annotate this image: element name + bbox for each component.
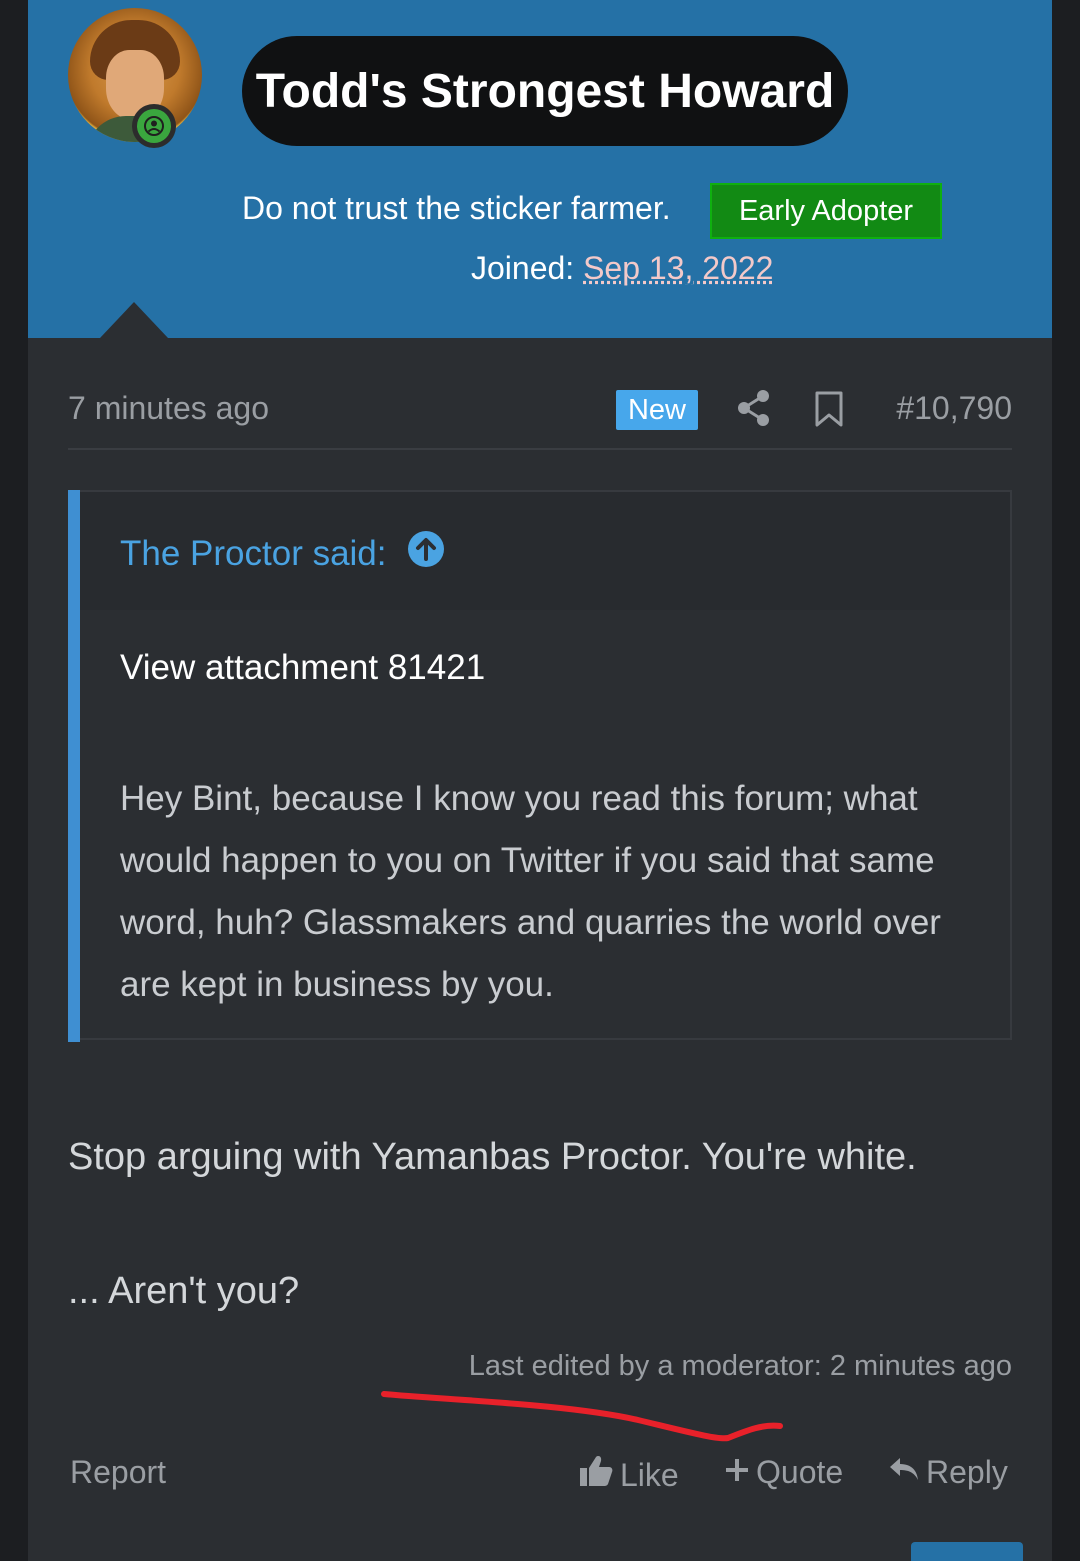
user-badge: Early Adopter xyxy=(710,183,942,239)
arrow-up-circle-icon[interactable] xyxy=(407,530,445,577)
quote-author: The Proctor said: xyxy=(120,533,387,573)
attachment-link[interactable]: View attachment 81421 xyxy=(120,648,485,688)
header-pointer xyxy=(100,302,168,338)
quote-accent-bar xyxy=(68,490,80,1042)
edit-notice: Last edited by a moderator: 2 minutes ag… xyxy=(468,1350,1012,1382)
post-actions: Report Like Quote Reply xyxy=(68,1452,1012,1502)
like-button[interactable]: Like xyxy=(578,1454,679,1496)
quote-body: Hey Bint, because I know you read this f… xyxy=(120,779,941,1004)
online-status-badge xyxy=(132,104,176,148)
quote-header: The Proctor said: xyxy=(80,492,1010,610)
reply-button[interactable]: Reply xyxy=(888,1454,1008,1491)
post-user-header: Todd's Strongest Howard Do not trust the… xyxy=(28,0,1052,338)
joined-label: Joined: xyxy=(471,250,575,286)
user-tagline: Do not trust the sticker farmer. xyxy=(242,190,671,226)
thumbs-up-icon xyxy=(578,1454,620,1496)
forum-post: Todd's Strongest Howard Do not trust the… xyxy=(28,0,1052,1561)
reply-label: Reply xyxy=(926,1454,1008,1490)
next-post-tab xyxy=(911,1542,1023,1561)
plus-icon xyxy=(724,1454,756,1491)
post-meta: 7 minutes ago New #10,790 xyxy=(68,372,1012,450)
joined-date[interactable]: Sep 13, 2022 xyxy=(583,250,773,286)
quote-label: Quote xyxy=(756,1454,844,1490)
like-label: Like xyxy=(620,1456,679,1493)
quote-author-link[interactable]: The Proctor said: xyxy=(120,530,445,577)
post-number[interactable]: #10,790 xyxy=(896,390,1012,427)
message-text-2: ... Aren't you? xyxy=(68,1270,300,1312)
message-text: Stop arguing with Yamanbas Proctor. You'… xyxy=(68,1136,917,1178)
reply-icon xyxy=(888,1454,926,1491)
new-badge: New xyxy=(616,390,698,430)
post-timestamp[interactable]: 7 minutes ago xyxy=(68,390,269,427)
username[interactable]: Todd's Strongest Howard xyxy=(242,36,848,146)
user-icon xyxy=(137,109,171,143)
quote-button[interactable]: Quote xyxy=(724,1454,843,1491)
share-icon[interactable] xyxy=(736,388,772,433)
report-link[interactable]: Report xyxy=(70,1454,166,1491)
bookmark-icon[interactable] xyxy=(814,390,844,433)
quote-block: The Proctor said: View attachment 81421 … xyxy=(68,490,1012,1042)
joined-info: Joined: Sep 13, 2022 xyxy=(471,250,773,287)
